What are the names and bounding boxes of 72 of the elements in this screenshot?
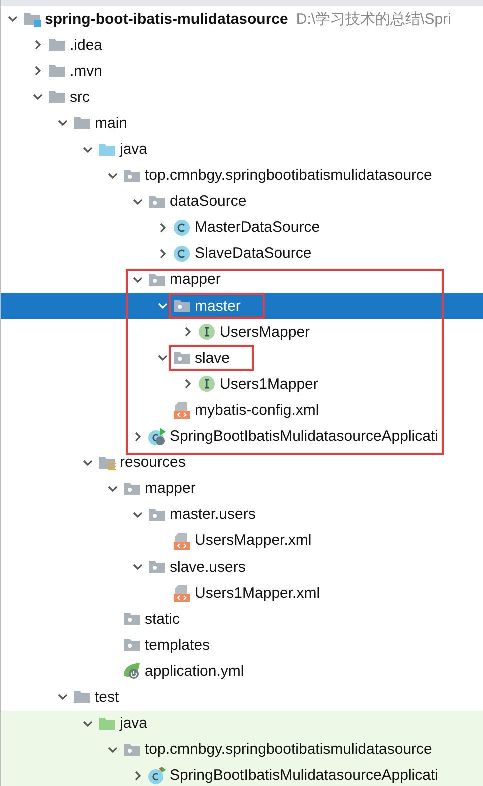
item-label: master: [195, 298, 241, 315]
tree-row[interactable]: Users1Mapper: [1, 371, 483, 398]
leaf-icon: [123, 662, 141, 680]
item-label: test: [95, 688, 120, 706]
tree-row[interactable]: UsersMapper: [1, 319, 483, 346]
tree-row[interactable]: application.yml: [1, 658, 483, 684]
tree-row[interactable]: mapper: [1, 266, 483, 294]
item-label: master.users: [170, 506, 256, 524]
item-label: Users1Mapper: [220, 376, 318, 393]
tree-row[interactable]: main: [1, 110, 483, 136]
tree-row[interactable]: slave.users: [1, 554, 483, 580]
tree-row[interactable]: master.users: [1, 502, 483, 528]
xml-file-icon: [173, 584, 191, 602]
tree-row[interactable]: .mvn: [1, 58, 483, 84]
item-label: UsersMapper: [220, 324, 310, 341]
item-label: templates: [145, 636, 210, 654]
item-label: mapper: [145, 480, 196, 498]
item-label: application.yml: [145, 662, 244, 680]
tree-row[interactable]: spring-boot-ibatis-mulidatasource D:\学习技术的总结\Spri: [1, 6, 483, 32]
item-label: .idea: [70, 36, 103, 54]
tree-row[interactable]: test: [1, 684, 483, 711]
tree-row[interactable]: mapper: [1, 476, 483, 502]
tree-row[interactable]: src: [1, 84, 483, 110]
tree-row[interactable]: master: [1, 293, 483, 320]
item-label: SlaveDataSource: [195, 245, 312, 262]
tree-row[interactable]: mybatis-config.xml: [1, 397, 483, 424]
tree-row[interactable]: .idea: [1, 32, 483, 58]
interface-icon: [198, 375, 216, 394]
item-label: spring-boot-ibatis-mulidatasource: [45, 10, 288, 28]
tree-row[interactable]: Users1Mapper.xml: [1, 580, 483, 606]
tree-row[interactable]: java: [1, 710, 483, 737]
tree-row[interactable]: SpringBootIbatisMulidatasourceApplicati: [1, 424, 483, 450]
xml-file-icon: [173, 401, 191, 420]
tree-row[interactable]: resources: [1, 450, 483, 476]
item-label: SpringBootIbatisMulidatasourceApplicati: [170, 767, 438, 784]
item-label: SpringBootIbatisMulidatasourceApplicati: [170, 428, 438, 446]
project-path: D:\学习技术的总结\Spri: [296, 10, 452, 29]
item-label: UsersMapper.xml: [195, 532, 312, 550]
tree-row[interactable]: java: [1, 136, 483, 163]
item-label: MasterDataSource: [195, 219, 320, 236]
tree-row[interactable]: slave: [1, 345, 483, 372]
interface-icon: [198, 323, 216, 342]
tree-row[interactable]: MasterDataSource: [1, 214, 483, 241]
tree-row[interactable]: top.cmnbgy.springbootibatismulidatasource: [1, 736, 483, 763]
item-label: Users1Mapper.xml: [195, 584, 320, 602]
tree-row[interactable]: SpringBootIbatisMulidatasourceApplicati: [1, 762, 483, 786]
item-label: java: [120, 141, 148, 158]
tree-row[interactable]: static: [1, 606, 483, 632]
item-label: dataSource: [170, 193, 247, 210]
item-label: top.cmnbgy.springbootibatismulidatasource: [145, 741, 432, 758]
item-label: resources: [120, 454, 186, 472]
item-label: slave: [195, 350, 230, 367]
folder-icon: [23, 10, 41, 28]
item-label: mapper: [170, 271, 221, 288]
item-label: mybatis-config.xml: [195, 402, 320, 419]
item-label: slave.users: [170, 558, 246, 576]
class-icon: [173, 218, 191, 237]
item-label: static: [145, 610, 180, 628]
item-label: top.cmnbgy.springbootibatismulidatasource: [145, 167, 432, 184]
tree-row[interactable]: UsersMapper.xml: [1, 528, 483, 554]
tree-row[interactable]: dataSource: [1, 188, 483, 215]
tree-row[interactable]: top.cmnbgy.springbootibatismulidatasource: [1, 162, 483, 189]
class-icon: [148, 766, 166, 785]
item-label: main: [95, 114, 128, 132]
class-icon: [173, 244, 191, 263]
tree-row[interactable]: SlaveDataSource: [1, 240, 483, 267]
tree-row[interactable]: templates: [1, 632, 483, 658]
class-icon: [148, 428, 166, 446]
xml-file-icon: [173, 532, 191, 550]
item-label: src: [70, 88, 90, 106]
item-label: .mvn: [70, 62, 103, 80]
item-label: java: [120, 715, 148, 732]
